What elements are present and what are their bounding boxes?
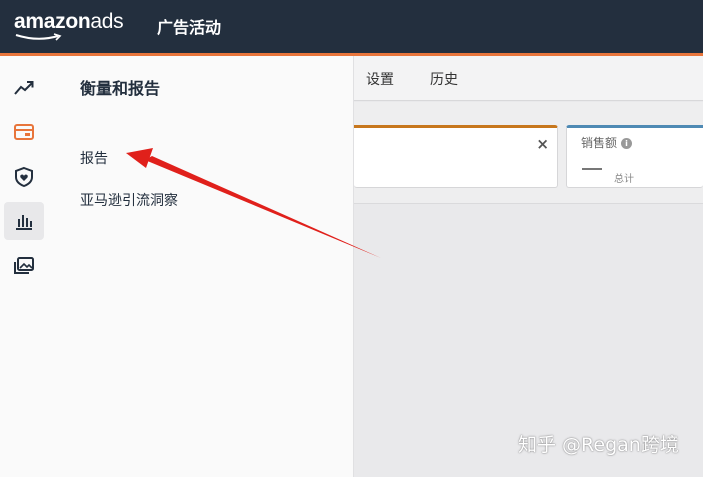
top-navigation-bar: amazonads 广告活动 <box>0 0 703 53</box>
flyout-heading: 衡量和报告 <box>80 79 161 98</box>
watermark: 知乎 @Regan跨境 <box>518 434 679 456</box>
metric-label-sales: 销售额 i <box>581 134 633 151</box>
tab-settings[interactable]: 设置 <box>366 69 394 89</box>
measurement-reporting-flyout: 衡量和报告 报告 亚马逊引流洞察 <box>48 56 354 477</box>
amazon-smile-icon <box>15 33 62 41</box>
menu-item-amazon-attribution[interactable]: 亚马逊引流洞察 <box>80 190 178 210</box>
bar-chart-icon <box>16 215 32 230</box>
logo-ads-text: ads <box>90 10 124 33</box>
image-gallery-icon <box>14 257 34 274</box>
amazon-ads-logo[interactable]: amazonads <box>14 10 124 34</box>
close-icon[interactable]: × <box>536 135 549 153</box>
tab-history[interactable]: 历史 <box>430 69 458 89</box>
trend-chart-icon <box>14 81 34 95</box>
sidebar-item-creatives[interactable] <box>4 247 44 285</box>
sidebar-item-trends[interactable] <box>4 69 44 107</box>
campaign-card-icon <box>14 124 34 140</box>
metric-subtext: 总计 <box>614 174 634 185</box>
metric-value-placeholder <box>582 168 602 170</box>
info-icon[interactable]: i <box>621 138 633 149</box>
metric-label-text: 销售额 <box>581 136 618 150</box>
page-title: 广告活动 <box>157 18 222 37</box>
sidebar-item-measurement-reporting[interactable] <box>4 202 44 240</box>
sidebar <box>0 56 48 477</box>
menu-item-reports[interactable]: 报告 <box>80 148 108 168</box>
logo-amazon-text: amazon <box>14 10 91 33</box>
shield-heart-icon <box>15 166 33 188</box>
sub-navigation: 设置 历史 <box>354 56 703 101</box>
metric-card-1[interactable]: × <box>354 125 558 188</box>
metric-card-sales[interactable]: 销售额 i 总计 <box>566 125 703 188</box>
sidebar-item-brand-protection[interactable] <box>4 158 44 196</box>
sidebar-item-campaigns[interactable] <box>4 113 44 151</box>
